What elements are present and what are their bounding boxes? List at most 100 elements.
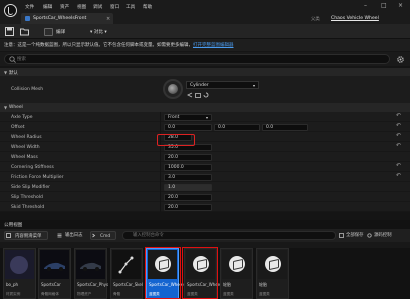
parent-class-link[interactable]: Chaos Vehicle Wheel bbox=[331, 16, 379, 21]
chevron-down-icon: ▾ bbox=[205, 114, 208, 120]
menu-file[interactable]: 文件 bbox=[25, 4, 34, 10]
menu-debug[interactable]: 调试 bbox=[93, 4, 102, 10]
column-divider[interactable] bbox=[160, 172, 161, 182]
column-divider[interactable] bbox=[160, 192, 161, 202]
menu-tools[interactable]: 工具 bbox=[126, 4, 135, 10]
offset-z-field[interactable]: 0.0 bbox=[262, 123, 308, 131]
reset-to-default-icon[interactable]: ↶ bbox=[396, 132, 401, 139]
column-divider[interactable] bbox=[160, 162, 161, 172]
chevron-down-icon: ▼ bbox=[4, 105, 8, 110]
content-drawer-label: 内容侧滑菜单 bbox=[15, 234, 42, 239]
blueprint-sphere-icon bbox=[265, 256, 281, 272]
folder-icon[interactable] bbox=[195, 92, 201, 98]
notice-text: 注意：这是一个纯数据蓝图，所以只显示默认值。它不包含任何脚本或变量。如需要更多编… bbox=[4, 43, 193, 48]
asset-type: 骨骼 bbox=[113, 292, 121, 296]
wheel-mass-field[interactable]: 20.0 bbox=[164, 153, 212, 161]
collision-mesh-combo[interactable]: Cylinder ▾ bbox=[186, 81, 259, 89]
asset-thumbnail bbox=[222, 250, 251, 279]
side-slip-modifier-slider[interactable]: 1.0 bbox=[164, 183, 212, 191]
offset-y-field[interactable]: 0.0 bbox=[214, 123, 260, 131]
diff-button[interactable]: ▾ 对比 ▾ bbox=[90, 29, 107, 35]
asset-thumbnail bbox=[258, 250, 287, 279]
compile-button[interactable]: 编译 bbox=[56, 29, 65, 35]
friction-force-multiplier-field[interactable]: 3.0 bbox=[164, 173, 212, 181]
offset-x-field[interactable]: 0.0 bbox=[164, 123, 212, 131]
highlight-box bbox=[145, 247, 181, 299]
prop-row-wheel-mass: Wheel Mass 20.0 bbox=[0, 152, 410, 162]
asset-name: SportsCar_Phys bbox=[77, 282, 109, 287]
prop-label: Wheel Mass bbox=[11, 154, 38, 160]
column-divider[interactable] bbox=[160, 152, 161, 162]
maximize-icon[interactable]: □ bbox=[381, 2, 387, 9]
prop-row-cornering-stiffness: Cornering Stiffness 1000.0 ↶ bbox=[0, 162, 410, 172]
asset-tile[interactable]: SportsCar 骨骼网格体 bbox=[38, 248, 71, 299]
asset-tile[interactable]: SportsCar_Skel 骨骼 bbox=[110, 248, 143, 299]
highlight-box bbox=[157, 134, 195, 146]
unreal-logo-icon[interactable] bbox=[4, 4, 17, 17]
save-all-label: 全部保存 bbox=[346, 233, 364, 238]
compile-icon[interactable] bbox=[44, 28, 53, 36]
asset-type: 蓝图类 bbox=[259, 292, 270, 296]
asset-name: 轮胎 bbox=[259, 282, 267, 287]
prop-label: Side Slip Modifier bbox=[11, 184, 51, 190]
reset-arrow-icon[interactable] bbox=[203, 92, 209, 98]
minimize-icon[interactable]: – bbox=[364, 2, 367, 9]
source-control-label: 源码控制 bbox=[374, 233, 392, 238]
column-divider[interactable] bbox=[160, 182, 161, 192]
reset-to-default-icon[interactable]: ↶ bbox=[396, 122, 401, 129]
close-window-icon[interactable]: × bbox=[398, 2, 403, 9]
prop-label: Axle Type bbox=[11, 114, 33, 120]
skid-threshold-field[interactable]: 20.0 bbox=[164, 203, 212, 211]
asset-tile[interactable]: 轮胎 蓝图类 bbox=[220, 248, 253, 299]
cmd-label: Cmd bbox=[100, 234, 111, 239]
prop-row-skid-threshold: Skid Threshold 20.0 bbox=[0, 202, 410, 212]
prop-label: Offset bbox=[11, 124, 25, 130]
tab-label: SportsCar_WheelsFront bbox=[33, 16, 87, 21]
asset-type: 物理资产 bbox=[77, 292, 92, 296]
output-log-label: 输出日志 bbox=[65, 233, 83, 238]
asset-tile[interactable]: bo_ph 材质实例 bbox=[3, 248, 36, 299]
save-icon[interactable] bbox=[5, 27, 14, 36]
details-search-input[interactable] bbox=[4, 54, 390, 64]
browse-folder-icon[interactable] bbox=[20, 27, 29, 36]
asset-tile[interactable]: SportsCar_Phys 物理资产 bbox=[74, 248, 109, 299]
close-tab-icon[interactable]: × bbox=[106, 16, 110, 22]
asset-type: 骨骼网格体 bbox=[41, 292, 59, 296]
prop-row-slip-threshold: Slip Threshold 20.0 bbox=[0, 192, 410, 202]
cornering-stiffness-field[interactable]: 1000.0 bbox=[164, 163, 212, 171]
menu-view[interactable]: 视图 bbox=[77, 4, 86, 10]
menu-window[interactable]: 窗口 bbox=[110, 4, 119, 10]
asset-tile[interactable]: 轮胎 蓝图类 bbox=[256, 248, 289, 299]
reset-to-default-icon[interactable]: ↶ bbox=[396, 142, 401, 149]
reset-to-default-icon[interactable]: ↶ bbox=[396, 112, 401, 119]
prop-label: Wheel Width bbox=[11, 144, 40, 150]
menu-edit[interactable]: 编辑 bbox=[43, 4, 52, 10]
tab-blueprint[interactable]: SportsCar_WheelsFront × bbox=[21, 13, 113, 24]
column-divider[interactable] bbox=[160, 122, 161, 132]
mesh-thumbnail[interactable] bbox=[163, 79, 183, 99]
prop-label: Cornering Stiffness bbox=[11, 164, 54, 170]
open-full-editor-link[interactable]: 打开完整蓝图编辑器 bbox=[193, 43, 234, 48]
column-divider[interactable] bbox=[160, 202, 161, 212]
section-wheel[interactable]: ▼ Wheel bbox=[0, 103, 410, 112]
section-title: Wheel bbox=[9, 105, 23, 110]
blueprint-icon bbox=[25, 16, 30, 21]
output-log-icon bbox=[57, 233, 62, 238]
reset-to-default-icon[interactable]: ↶ bbox=[396, 172, 401, 179]
column-divider[interactable] bbox=[160, 112, 161, 122]
menu-help[interactable]: 帮助 bbox=[143, 4, 152, 10]
material-icon bbox=[5, 250, 34, 279]
asset-thumbnail bbox=[40, 250, 69, 279]
source-control-icon bbox=[367, 233, 372, 238]
slip-threshold-field[interactable]: 20.0 bbox=[164, 193, 212, 201]
parent-class-label: 父类 bbox=[311, 17, 320, 22]
menu-asset[interactable]: 资产 bbox=[60, 4, 69, 10]
prop-label: Slip Threshold bbox=[11, 194, 43, 200]
prop-row-side-slip-modifier: Side Slip Modifier 1.0 bbox=[0, 182, 410, 192]
reset-to-default-icon[interactable]: ↶ bbox=[396, 162, 401, 169]
prop-label: Wheel Radius bbox=[11, 134, 42, 140]
axle-type-combo[interactable]: Front ▾ bbox=[164, 113, 212, 121]
arrow-left-icon[interactable] bbox=[187, 92, 193, 98]
gear-icon[interactable] bbox=[396, 55, 405, 64]
console-command-input[interactable] bbox=[122, 231, 336, 240]
